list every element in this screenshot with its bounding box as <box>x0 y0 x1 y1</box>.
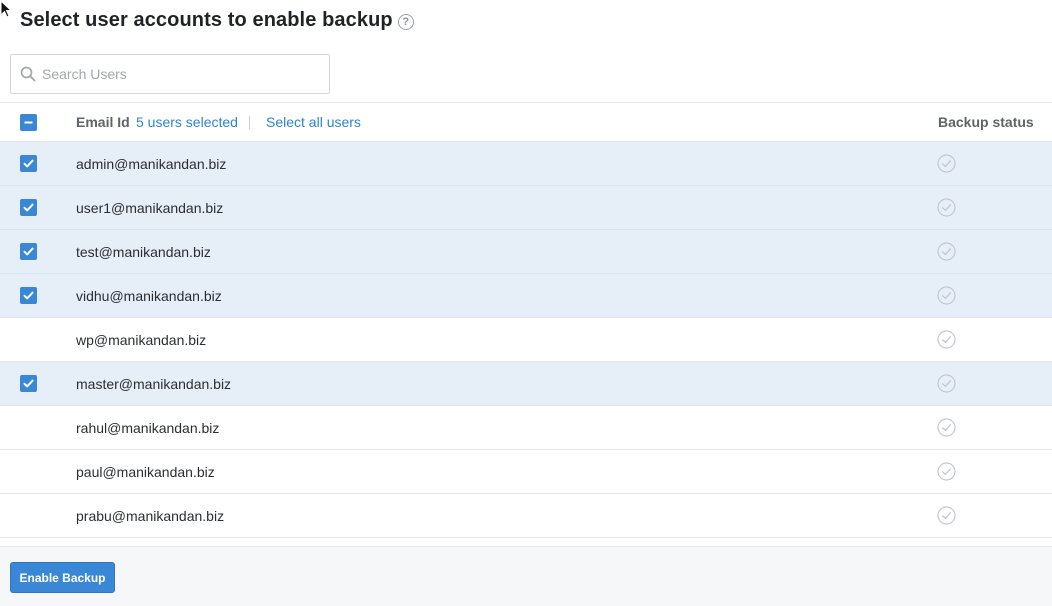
header-divider <box>249 116 250 129</box>
checkmark-icon <box>23 159 34 168</box>
check-circle-icon <box>937 198 956 217</box>
selected-count-link[interactable]: 5 users selected <box>136 114 238 130</box>
table-row[interactable]: admin@manikandan.biz <box>0 142 1052 186</box>
table-row[interactable]: user1@manikandan.biz <box>0 186 1052 230</box>
check-circle-icon <box>937 418 956 437</box>
row-checkbox[interactable] <box>20 419 37 436</box>
row-checkbox[interactable] <box>20 507 37 524</box>
search-box[interactable] <box>10 54 330 94</box>
row-email: prabu@manikandan.biz <box>76 507 225 524</box>
table-row[interactable]: paul@manikandan.biz <box>0 450 1052 494</box>
row-email: rahul@manikandan.biz <box>76 419 220 436</box>
row-checkbox[interactable] <box>20 463 37 480</box>
minus-icon <box>24 121 33 123</box>
page-title: Select user accounts to enable backup <box>20 9 393 31</box>
row-checkbox[interactable] <box>20 375 37 392</box>
users-table: Email Id 5 users selected Select all use… <box>0 102 1052 538</box>
email-column-header: Email Id <box>76 114 130 130</box>
table-row[interactable]: vidhu@manikandan.biz <box>0 274 1052 318</box>
title-row: Select user accounts to enable backup ? <box>20 9 414 32</box>
check-circle-icon <box>937 286 956 305</box>
table-row[interactable]: master@manikandan.biz <box>0 362 1052 406</box>
row-email: test@manikandan.biz <box>76 243 211 260</box>
row-email: vidhu@manikandan.biz <box>76 287 222 304</box>
table-row[interactable]: rahul@manikandan.biz <box>0 406 1052 450</box>
checkmark-icon <box>23 291 34 300</box>
checkmark-icon <box>23 379 34 388</box>
row-checkbox[interactable] <box>20 243 37 260</box>
question-circle-icon[interactable]: ? <box>397 14 414 30</box>
table-row[interactable]: test@manikandan.biz <box>0 230 1052 274</box>
enable-backup-button[interactable]: Enable Backup <box>10 562 115 593</box>
footer-bar: Enable Backup <box>0 546 1052 606</box>
table-row[interactable]: prabu@manikandan.biz <box>0 494 1052 538</box>
table-body: admin@manikandan.biz user1@manikandan.biz… <box>0 142 1052 538</box>
checkmark-icon <box>23 203 34 212</box>
search-icon <box>20 66 36 82</box>
check-circle-icon <box>937 242 956 261</box>
checkmark-icon <box>23 247 34 256</box>
row-checkbox[interactable] <box>20 155 37 172</box>
table-header: Email Id 5 users selected Select all use… <box>0 102 1052 142</box>
row-checkbox[interactable] <box>20 199 37 216</box>
check-circle-icon <box>937 374 956 393</box>
check-circle-icon <box>937 506 956 525</box>
check-circle-icon <box>937 154 956 173</box>
row-checkbox[interactable] <box>20 287 37 304</box>
table-row[interactable]: wp@manikandan.biz <box>0 318 1052 362</box>
mouse-cursor-icon <box>0 0 12 18</box>
row-email: admin@manikandan.biz <box>76 155 227 172</box>
backup-status-column-header: Backup status <box>938 114 1034 130</box>
check-circle-icon <box>937 462 956 481</box>
row-email: master@manikandan.biz <box>76 375 232 392</box>
check-circle-icon <box>937 330 956 349</box>
row-checkbox[interactable] <box>20 331 37 348</box>
select-all-users-link[interactable]: Select all users <box>266 114 361 130</box>
row-email: wp@manikandan.biz <box>76 331 207 348</box>
select-all-checkbox[interactable] <box>20 113 37 131</box>
search-input[interactable] <box>42 59 322 89</box>
row-email: paul@manikandan.biz <box>76 463 215 480</box>
row-email: user1@manikandan.biz <box>76 199 224 216</box>
backup-user-selection-page: Select user accounts to enable backup ? … <box>0 0 1052 606</box>
